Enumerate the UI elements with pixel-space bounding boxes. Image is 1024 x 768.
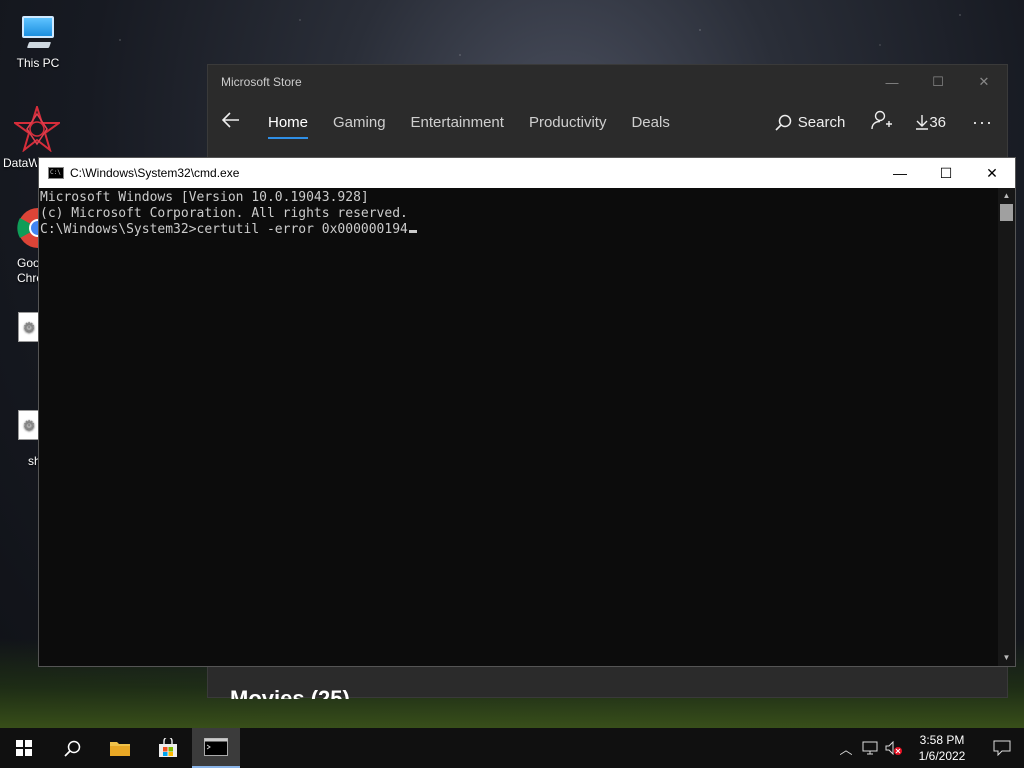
scroll-down-button[interactable]: ▼ [998,650,1015,666]
cmd-maximize-button[interactable]: ☐ [923,158,969,188]
store-maximize-button[interactable]: ☐ [915,65,961,99]
search-icon [775,114,792,131]
console-line: Microsoft Windows [Version 10.0.19043.92… [40,190,369,205]
this-pc-icon [16,10,60,54]
chrome-icon [16,206,58,250]
search-icon [63,740,80,757]
maximize-icon: ☐ [939,164,953,181]
cmd-titlebar[interactable]: C:\ C:\Windows\System32\cmd.exe — ☐ ✕ [39,158,1015,188]
desktop-icon-file-2[interactable]: ⚙ sh [18,410,40,468]
taskbar: ︿ 3:58 PM 1/6/2022 [0,728,1024,768]
tab-productivity[interactable]: Productivity [529,104,607,141]
tab-deals[interactable]: Deals [631,104,669,141]
tab-entertainment[interactable]: Entertainment [411,104,504,141]
network-icon [862,741,878,755]
text-cursor [408,230,417,233]
cmd-minimize-button[interactable]: — [877,158,923,188]
volume-muted-icon [885,741,902,755]
user-add-icon [871,110,893,130]
volume-button[interactable] [882,741,906,755]
store-title: Microsoft Store [221,75,302,89]
tab-gaming[interactable]: Gaming [333,104,386,141]
notification-icon [993,740,1011,756]
clock-date: 1/6/2022 [918,749,966,763]
more-icon: ··· [972,111,993,132]
console-line: (c) Microsoft Corporation. All rights re… [40,206,408,221]
desktop-icon-datawrapper[interactable]: DataW [0,103,63,170]
scrollbar-thumb[interactable] [1000,204,1013,221]
store-bag-icon [159,738,177,757]
folder-icon [110,742,130,756]
account-button[interactable] [871,110,893,134]
close-icon: ✕ [986,164,998,181]
windows-logo-icon [16,740,32,756]
cmd-close-button[interactable]: ✕ [969,158,1015,188]
store-titlebar[interactable]: Microsoft Store — ☐ ✕ [208,65,1007,99]
settings-file-icon: ⚙ [18,312,40,342]
settings-file-icon: ⚙ [18,410,40,440]
search-taskbar-button[interactable] [48,728,96,768]
tab-home[interactable]: Home [268,104,309,141]
console-prompt-line: C:\Windows\System32>certutil -error 0x00… [40,222,998,238]
downloads-button[interactable]: 36 [915,114,946,131]
console-scrollbar[interactable]: ▲ ▼ [998,188,1015,666]
clock-time: 3:58 PM [919,733,965,747]
store-minimize-button[interactable]: — [869,65,915,99]
start-button[interactable] [0,728,48,768]
minimize-icon: — [885,74,899,90]
action-center-button[interactable] [980,740,1024,756]
chevron-up-icon: ︿ [839,741,853,757]
arrow-left-icon [221,111,239,128]
system-tray: ︿ 3:58 PM 1/6/2022 [834,728,1024,768]
store-nav: Home Gaming Entertainment Productivity D… [208,99,1007,145]
desktop-icon-this-pc[interactable]: This PC [8,10,68,70]
close-icon: ✕ [978,74,990,89]
datawrapper-icon [11,103,63,153]
console-command: C:\Windows\System32>certutil -error 0x00… [40,222,408,237]
cmd-taskbar-button[interactable] [192,728,240,768]
microsoft-store-taskbar-button[interactable] [144,728,192,768]
show-hidden-icons-button[interactable]: ︿ [834,739,858,758]
scroll-up-button[interactable]: ▲ [998,188,1015,204]
file-explorer-button[interactable] [96,728,144,768]
cmd-app-icon: C:\ [48,167,64,179]
cmd-title: C:\Windows\System32\cmd.exe [70,166,240,180]
desktop-icon-label: DataW [3,156,37,170]
download-icon [916,115,929,130]
network-button[interactable] [858,741,882,755]
desktop-icon-label: Goo Chro [17,256,40,285]
desktop-icon-label: This PC [16,56,60,70]
store-close-button[interactable]: ✕ [961,65,1007,99]
terminal-icon [204,738,228,756]
search-label: Search [797,113,846,131]
desktop-icon-file-1[interactable]: ⚙ [18,312,40,342]
desktop-icon-chrome[interactable]: Goo Chro [0,206,58,285]
cmd-window[interactable]: C:\ C:\Windows\System32\cmd.exe — ☐ ✕ Mi… [38,157,1016,667]
back-button[interactable] [221,111,246,134]
search-button[interactable]: Search [775,113,846,131]
downloads-count: 36 [929,113,947,131]
minimize-icon: — [893,165,907,181]
section-heading-movies[interactable]: Movies (25) [230,685,350,699]
clock[interactable]: 3:58 PM 1/6/2022 [912,732,972,764]
maximize-icon: ☐ [932,74,944,89]
console-output[interactable]: Microsoft Windows [Version 10.0.19043.92… [39,188,998,666]
more-options-button[interactable]: ··· [972,112,993,133]
